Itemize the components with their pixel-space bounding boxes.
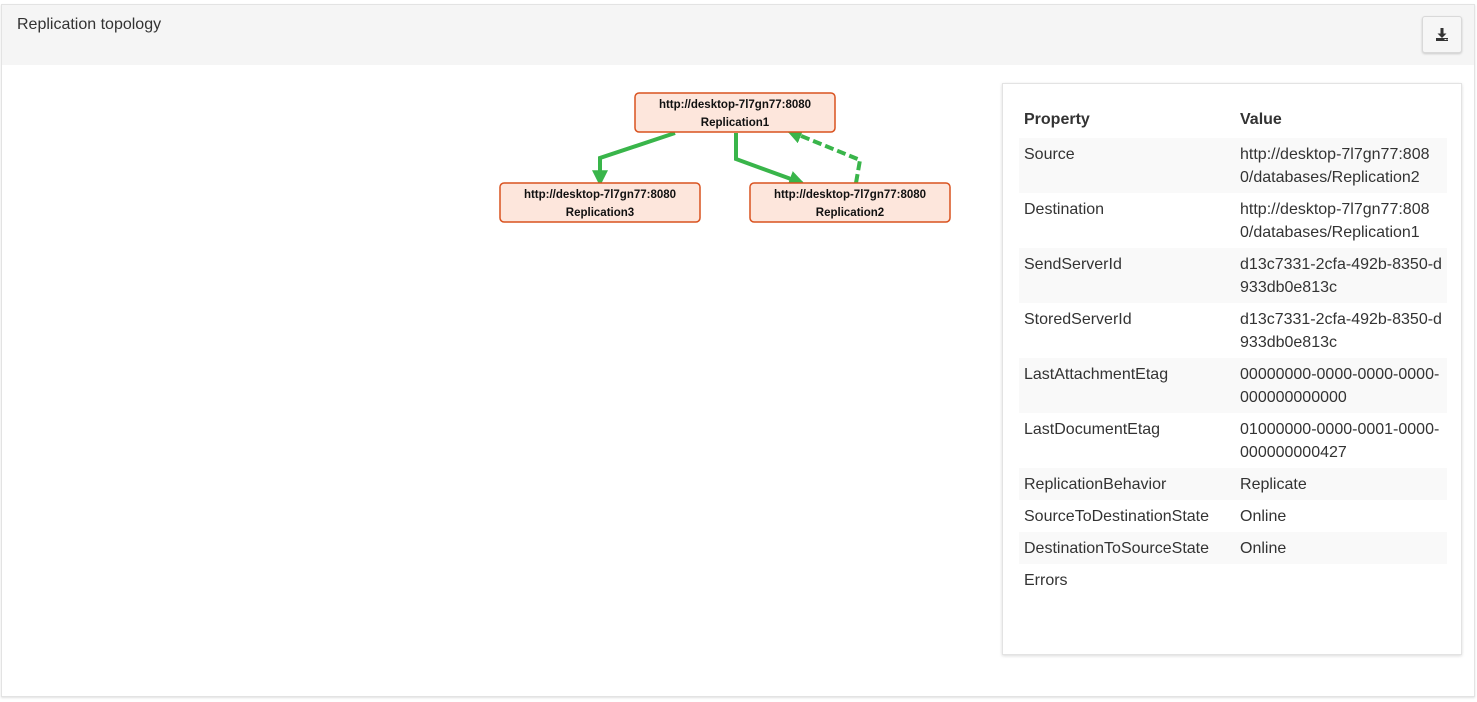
value-column-header: Value	[1240, 111, 1282, 128]
table-row: LastAttachmentEtag 00000000-0000-0000-00…	[1019, 358, 1447, 413]
properties-header-row: Property Value	[1019, 102, 1447, 138]
node-replication2[interactable]: http://desktop-7l7gn77:8080 Replication2	[749, 182, 951, 223]
node-url: http://desktop-7l7gn77:8080	[524, 189, 676, 201]
property-value: http://desktop-7l7gn77:8080/databases/Re…	[1235, 138, 1447, 193]
property-value: Replicate	[1235, 468, 1447, 500]
table-row: Errors	[1019, 564, 1447, 596]
table-row: DestinationToSourceState Online	[1019, 532, 1447, 564]
table-row: Source http://desktop-7l7gn77:8080/datab…	[1019, 138, 1447, 193]
property-key: Errors	[1024, 572, 1068, 589]
property-value: Online	[1235, 532, 1447, 564]
download-icon	[1436, 27, 1448, 41]
table-row: LastDocumentEtag 01000000-0000-0001-0000…	[1019, 413, 1447, 468]
property-key: LastDocumentEtag	[1024, 421, 1161, 438]
table-row: StoredServerId d13c7331-2cfa-492b-8350-d…	[1019, 303, 1447, 358]
property-key: Source	[1019, 138, 1236, 193]
property-key: Destination	[1024, 201, 1105, 218]
edge-replication2-to-replication1[interactable]	[786, 128, 863, 184]
property-value	[1235, 564, 1447, 596]
property-key: LastAttachmentEtag	[1019, 358, 1236, 413]
property-key: SourceToDestinationState	[1024, 508, 1209, 525]
property-value: http://desktop-7l7gn77:8080/databases/Re…	[1240, 201, 1430, 241]
node-replication1[interactable]: http://desktop-7l7gn77:8080 Replication1	[634, 92, 836, 133]
node-name: Replication3	[566, 207, 634, 219]
property-value: Online	[1240, 508, 1287, 525]
property-column-header: Property	[1024, 111, 1090, 128]
properties-table: Property Value Source http://desktop-7l7…	[1019, 102, 1447, 596]
property-key: SendServerId	[1019, 248, 1236, 303]
table-row: SendServerId d13c7331-2cfa-492b-8350-d93…	[1019, 248, 1447, 303]
property-value: 00000000-0000-0000-0000-000000000000	[1235, 358, 1447, 413]
node-url: http://desktop-7l7gn77:8080	[659, 99, 811, 111]
node-name: Replication2	[816, 207, 884, 219]
property-key: ReplicationBehavior	[1019, 468, 1236, 500]
node-replication3[interactable]: http://desktop-7l7gn77:8080 Replication3	[499, 182, 701, 223]
node-url: http://desktop-7l7gn77:8080	[774, 189, 926, 201]
property-key: DestinationToSourceState	[1019, 532, 1236, 564]
table-row: SourceToDestinationState Online	[1019, 500, 1447, 532]
replication-topology-panel: Replication topology http://desktop-7l7g…	[1, 4, 1475, 697]
edge-replication1-to-replication2[interactable]	[734, 133, 806, 187]
table-row: Destination http://desktop-7l7gn77:8080/…	[1019, 193, 1447, 248]
node-name: Replication1	[701, 117, 770, 129]
property-value: d13c7331-2cfa-492b-8350-d933db0e813c	[1235, 248, 1447, 303]
topology-graph: http://desktop-7l7gn77:8080 Replication1…	[499, 92, 951, 223]
property-value: 01000000-0000-0001-0000-000000000427	[1240, 421, 1440, 461]
edge-replication1-to-replication3[interactable]	[592, 131, 676, 187]
property-value: d13c7331-2cfa-492b-8350-d933db0e813c	[1240, 311, 1442, 351]
table-row: ReplicationBehavior Replicate	[1019, 468, 1447, 500]
download-button[interactable]	[1422, 16, 1462, 53]
properties-card: Property Value Source http://desktop-7l7…	[1002, 83, 1462, 655]
property-key: StoredServerId	[1024, 311, 1132, 328]
